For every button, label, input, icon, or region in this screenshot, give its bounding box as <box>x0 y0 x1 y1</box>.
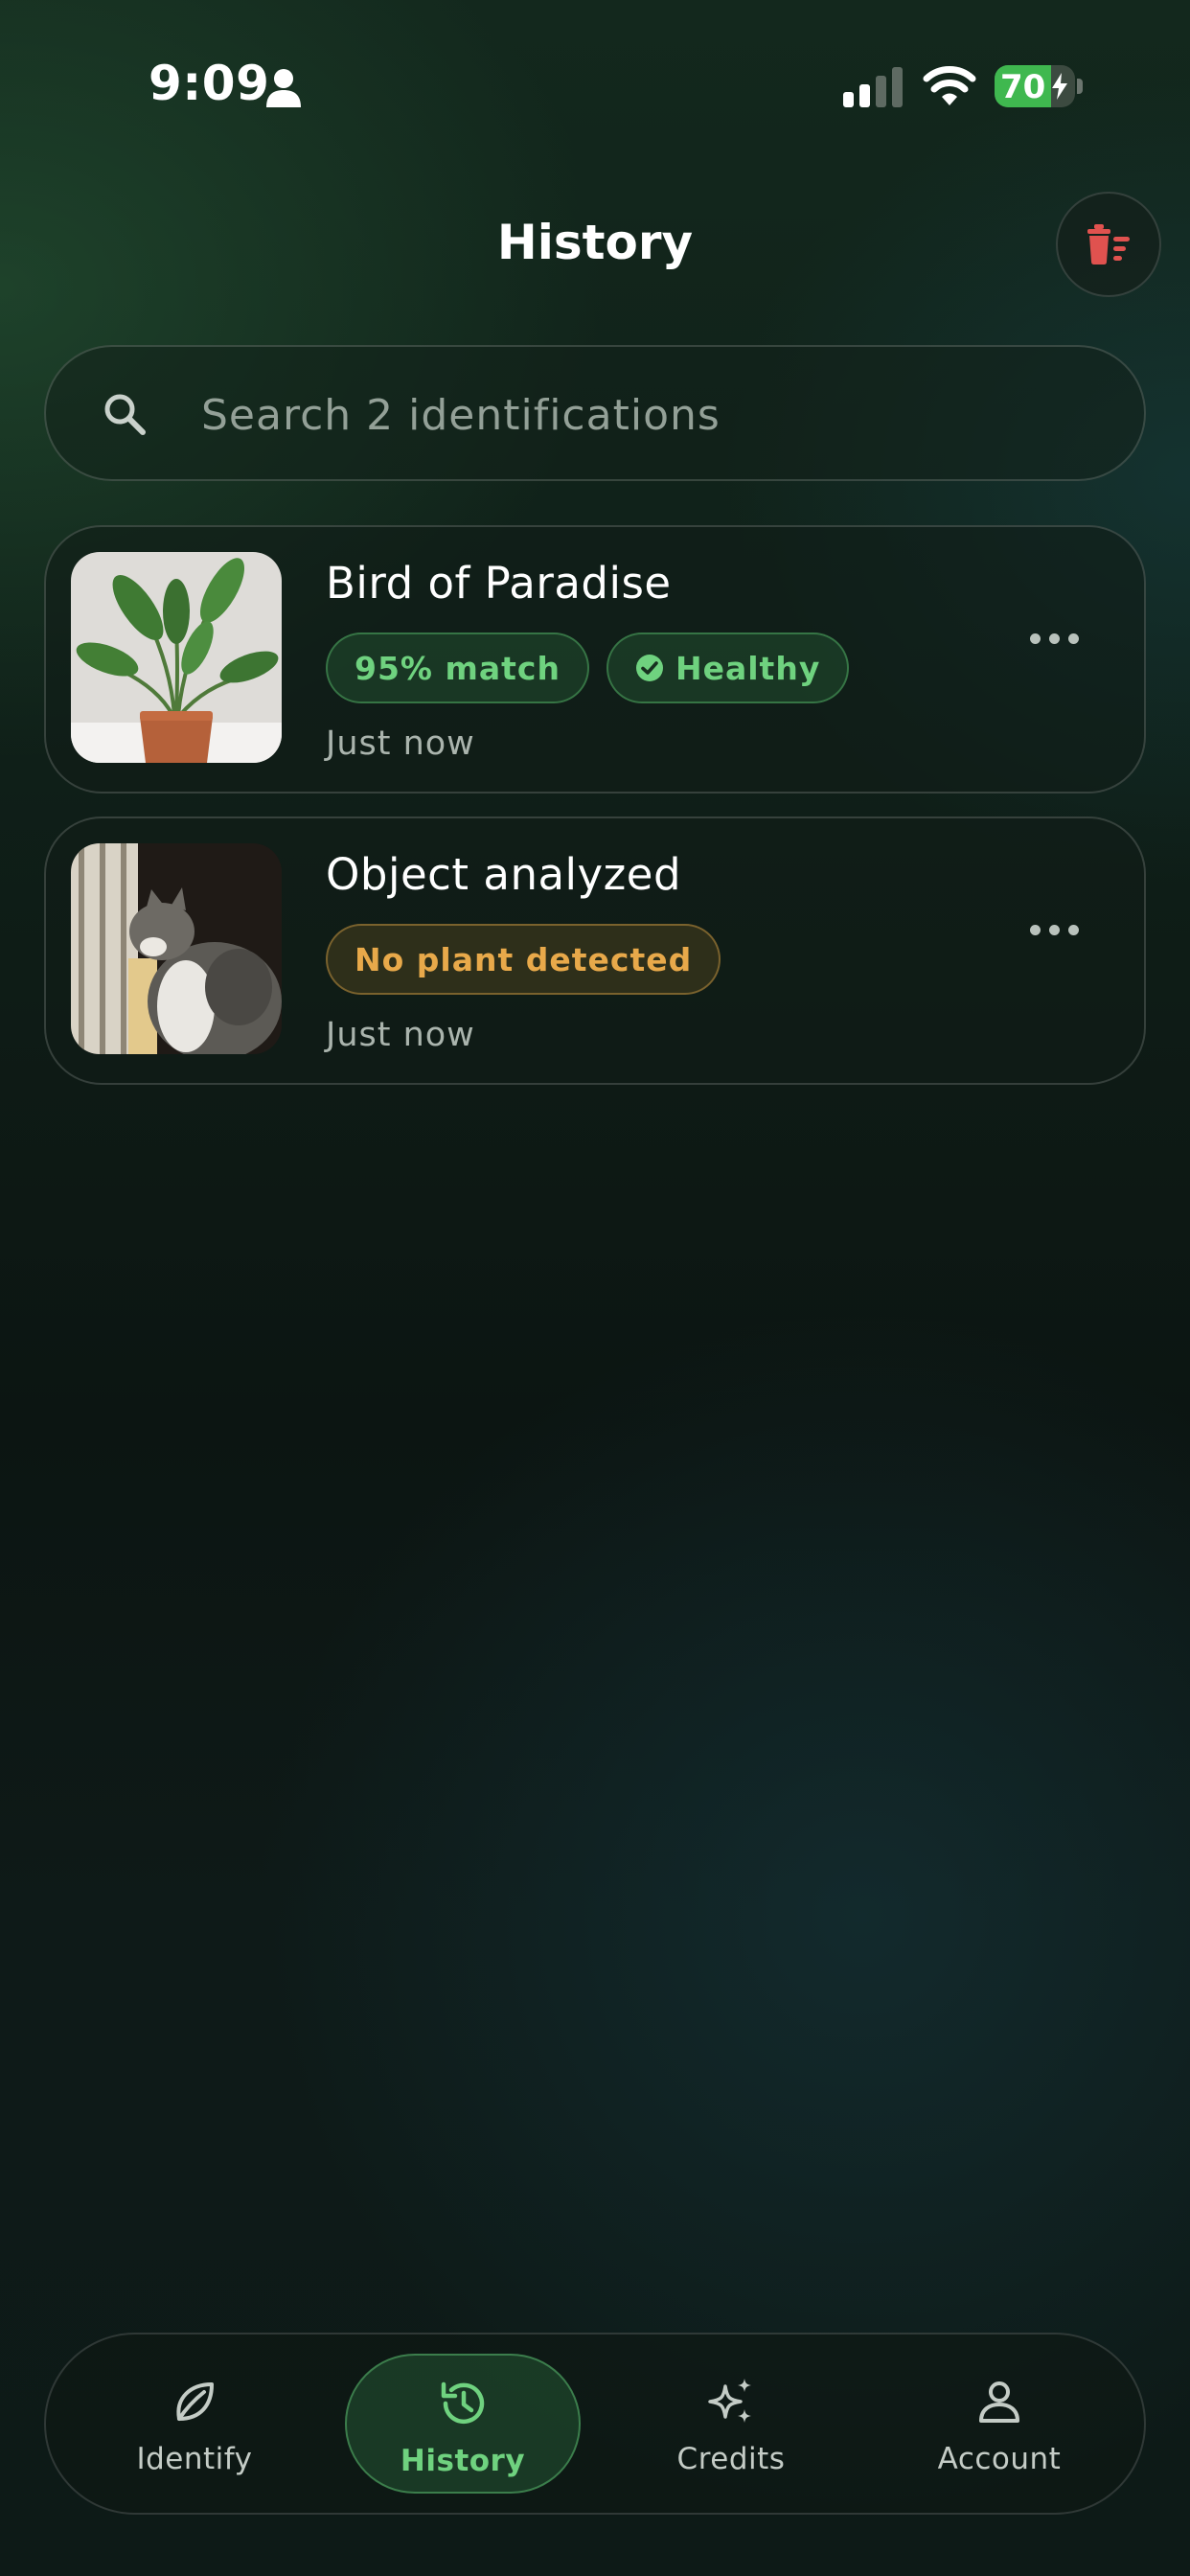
more-options-button[interactable] <box>1016 901 1092 958</box>
status-time: 9:09 <box>149 56 270 111</box>
match-badge: 95% match <box>326 632 589 703</box>
more-dot <box>1067 632 1079 644</box>
more-options-button[interactable] <box>1016 610 1092 667</box>
battery-cap <box>1077 79 1083 94</box>
search-input[interactable] <box>199 376 1104 454</box>
history-item-card[interactable]: Object analyzed No plant detected Just n… <box>44 816 1146 1085</box>
trash-list-icon <box>1087 224 1130 264</box>
history-icon <box>441 2381 485 2425</box>
search-bar[interactable] <box>44 345 1146 481</box>
tab-identify-label: Identify <box>136 2442 253 2476</box>
no-plant-badge-label: No plant detected <box>355 940 693 978</box>
bottom-tab-bar: Identify History Credits Account <box>44 2333 1146 2515</box>
cat-thumbnail <box>71 843 282 1054</box>
item-title: Bird of Paradise <box>326 558 672 609</box>
more-dots-icon <box>1029 632 1041 644</box>
tab-credits[interactable]: Credits <box>613 2354 849 2494</box>
more-dot <box>1048 924 1060 935</box>
account-icon <box>979 2381 1019 2423</box>
search-icon <box>104 394 146 435</box>
battery-indicator: 70 <box>995 65 1075 107</box>
match-badge-label: 95% match <box>355 649 561 687</box>
health-badge: Healthy <box>606 632 850 703</box>
wifi-icon <box>923 66 976 105</box>
tab-credits-label: Credits <box>676 2442 786 2476</box>
person-icon <box>266 69 301 107</box>
more-dot <box>1067 924 1079 935</box>
cellular-signal-icon <box>843 67 903 107</box>
tab-account[interactable]: Account <box>881 2354 1117 2494</box>
leaf-icon <box>176 2382 214 2421</box>
check-circle-icon <box>635 655 663 681</box>
page-title: History <box>496 215 694 270</box>
item-timestamp: Just now <box>326 724 475 763</box>
clear-history-button[interactable] <box>1056 192 1161 297</box>
health-badge-label: Healthy <box>675 649 821 687</box>
more-dot <box>1048 632 1060 644</box>
history-item-card[interactable]: Bird of Paradise 95% match Healthy Just … <box>44 525 1146 794</box>
charging-bolt-icon <box>1052 73 1067 100</box>
item-timestamp: Just now <box>326 1016 475 1054</box>
battery-level: 70 <box>1000 68 1046 106</box>
no-plant-badge: No plant detected <box>326 924 721 995</box>
tab-history-label: History <box>400 2444 526 2478</box>
tab-identify[interactable]: Identify <box>77 2354 312 2494</box>
item-title: Object analyzed <box>326 849 682 900</box>
tab-history[interactable]: History <box>345 2354 581 2494</box>
more-dots-icon <box>1029 924 1041 935</box>
potted-plant-thumbnail <box>71 552 282 763</box>
tab-account-label: Account <box>937 2442 1062 2476</box>
sparkles-icon <box>708 2379 751 2423</box>
